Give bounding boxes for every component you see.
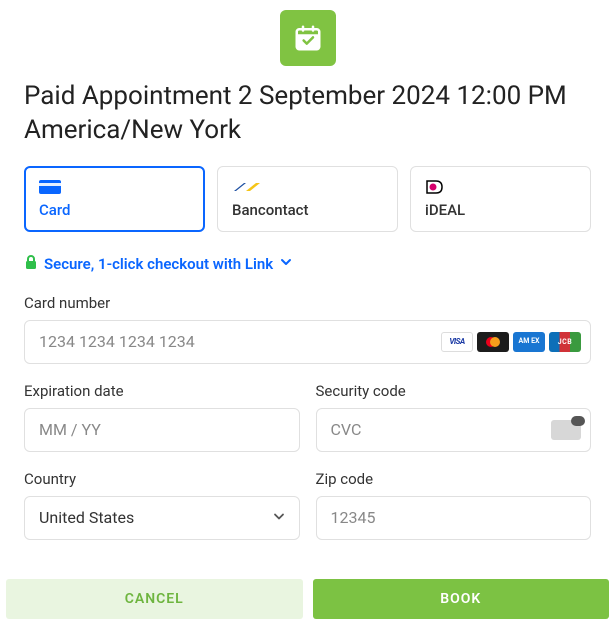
link-checkout-text: Secure, 1-click checkout with Link [44, 255, 273, 273]
cvc-card-icon [551, 420, 581, 440]
tab-bancontact-label: Bancontact [232, 201, 383, 219]
amex-icon: AM EX [513, 332, 545, 352]
link-checkout-toggle[interactable]: Secure, 1-click checkout with Link [24, 254, 591, 274]
mastercard-icon [477, 332, 509, 352]
zip-input[interactable] [316, 496, 592, 540]
jcb-icon: JCB [549, 332, 581, 352]
card-icon [39, 179, 190, 195]
card-number-label: Card number [24, 294, 591, 312]
country-group: Country United States [24, 470, 300, 540]
tab-ideal[interactable]: iDEAL [410, 166, 591, 232]
bancontact-icon [232, 179, 383, 195]
country-select[interactable]: United States [24, 496, 300, 540]
ideal-icon [425, 179, 576, 195]
lock-icon [24, 254, 38, 274]
card-number-group: Card number VISA AM EX JCB [24, 294, 591, 364]
chevron-down-icon [279, 255, 293, 273]
calendar-check-icon [280, 10, 336, 66]
tab-card[interactable]: Card [24, 166, 205, 232]
security-code-group: Security code [316, 382, 592, 452]
book-button[interactable]: BOOK [313, 579, 610, 619]
security-code-input[interactable] [316, 408, 592, 452]
tab-card-label: Card [39, 201, 190, 219]
security-code-label: Security code [316, 382, 592, 400]
app-logo-wrap [24, 0, 591, 80]
visa-icon: VISA [441, 332, 473, 352]
footer-actions: CANCEL BOOK [0, 579, 615, 619]
card-brand-icons: VISA AM EX JCB [441, 332, 581, 352]
expiration-input[interactable] [24, 408, 300, 452]
zip-label: Zip code [316, 470, 592, 488]
cancel-button[interactable]: CANCEL [6, 579, 303, 619]
zip-group: Zip code [316, 470, 592, 540]
payment-method-tabs: Card Bancontact iDEAL [24, 166, 591, 232]
expiration-label: Expiration date [24, 382, 300, 400]
tab-bancontact[interactable]: Bancontact [217, 166, 398, 232]
expiration-group: Expiration date [24, 382, 300, 452]
page-title: Paid Appointment 2 September 2024 12:00 … [24, 80, 591, 148]
country-label: Country [24, 470, 300, 488]
tab-ideal-label: iDEAL [425, 201, 576, 219]
